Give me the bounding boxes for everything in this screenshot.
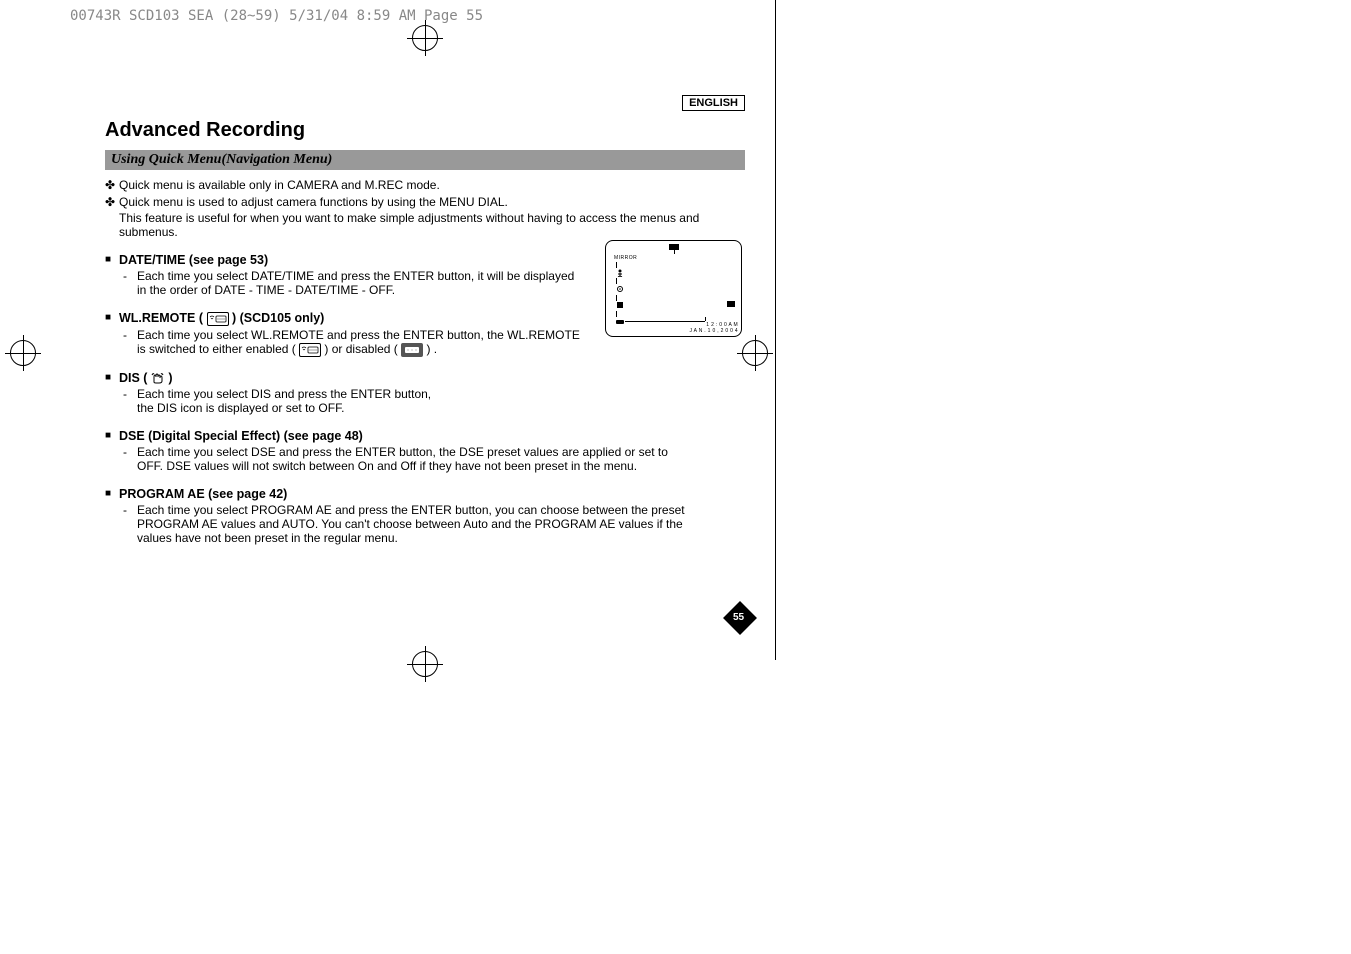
section-datetime-body: Each time you select DATE/TIME and press… bbox=[137, 269, 582, 297]
diagram-line-vert-icon bbox=[705, 317, 706, 321]
diagram-date-text: J A N . 1 0 , 2 0 0 4 bbox=[689, 328, 738, 334]
dis-hand-icon bbox=[151, 372, 165, 384]
wlremote-body-mid: ) or disabled ( bbox=[321, 342, 401, 356]
diagram-pointer-2-icon bbox=[616, 278, 617, 284]
intro-line-1: Quick menu is available only in CAMERA a… bbox=[119, 178, 745, 192]
fold-line-icon bbox=[775, 0, 776, 660]
diagram-gear-icon bbox=[616, 285, 624, 293]
registration-mark-top-icon bbox=[412, 25, 438, 51]
main-title: Advanced Recording bbox=[105, 119, 745, 142]
section-wlremote-body: Each time you select WL.REMOTE and press… bbox=[137, 328, 582, 357]
remote-enabled-inline-icon bbox=[299, 343, 321, 357]
remote-enabled-icon bbox=[207, 312, 229, 326]
section-dis-title: DIS ( ) bbox=[119, 371, 745, 385]
intro-line-3-text: This feature is useful for when you want… bbox=[119, 211, 745, 239]
dis-title-suffix: ) bbox=[165, 371, 173, 385]
sub-title-bar: Using Quick Menu(Navigation Menu) bbox=[105, 150, 745, 170]
page-number-text: 55 bbox=[733, 612, 744, 623]
section-dse-body: Each time you select DSE and press the E… bbox=[137, 445, 697, 473]
language-label: ENGLISH bbox=[682, 95, 745, 111]
wlremote-body-suffix: ) . bbox=[423, 342, 437, 356]
diagram-pointer-top-icon bbox=[674, 250, 675, 254]
section-dis-body: Each time you select DIS and press the E… bbox=[137, 387, 447, 415]
wlremote-title-suffix: ) (SCD105 only) bbox=[229, 311, 325, 325]
diagram-mirror-label: MIRROR bbox=[614, 255, 637, 261]
section-dse: DSE (Digital Special Effect) (see page 4… bbox=[105, 429, 745, 473]
section-dis: DIS ( ) Each time you select DIS and pre… bbox=[105, 371, 745, 415]
diagram-wb-icon bbox=[616, 301, 624, 309]
diagram-line-to-time-icon bbox=[625, 321, 705, 322]
registration-mark-left-icon bbox=[10, 340, 36, 366]
dis-title-prefix: DIS ( bbox=[119, 371, 151, 385]
registration-mark-right-icon bbox=[742, 340, 768, 366]
section-programae-body: Each time you select PROGRAM AE and pres… bbox=[137, 503, 697, 545]
diagram-pointer-1-icon bbox=[616, 262, 617, 268]
print-header-text: 00743R SCD103 SEA (28~59) 5/31/04 8:59 A… bbox=[70, 8, 483, 24]
lcd-diagram: MIRROR 1 2 : 0 0 A M J A N . 1 0 , 2 0 0… bbox=[605, 240, 742, 337]
wlremote-title-prefix: WL.REMOTE ( bbox=[119, 311, 207, 325]
remote-disabled-icon bbox=[401, 343, 423, 357]
diagram-person-icon bbox=[616, 269, 624, 277]
intro-line-2-text: Quick menu is used to adjust camera func… bbox=[119, 195, 508, 209]
diagram-shutter-icon bbox=[727, 301, 735, 307]
intro-line-2: Quick menu is used to adjust camera func… bbox=[119, 195, 745, 239]
registration-mark-bottom-icon bbox=[412, 651, 438, 677]
section-programae: PROGRAM AE (see page 42) Each time you s… bbox=[105, 487, 745, 545]
diagram-remote-icon bbox=[616, 318, 624, 326]
section-programae-title: PROGRAM AE (see page 42) bbox=[119, 487, 745, 501]
diagram-pointer-4-icon bbox=[616, 311, 617, 317]
section-dse-title: DSE (Digital Special Effect) (see page 4… bbox=[119, 429, 745, 443]
